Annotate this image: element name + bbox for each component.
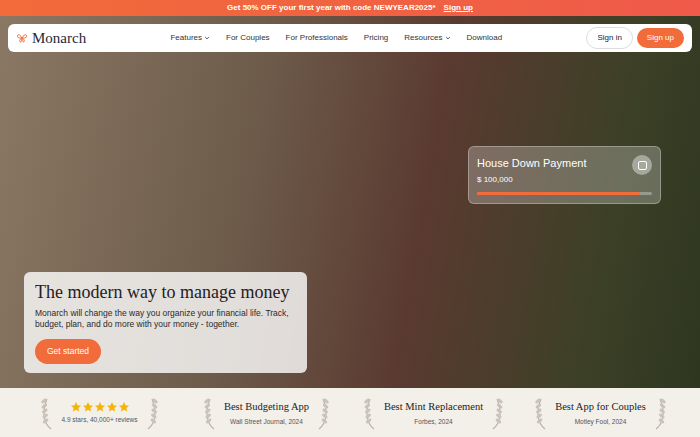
goal-title: House Down Payment: [477, 155, 586, 172]
nav-link[interactable]: Features: [170, 32, 210, 44]
sign-up-button[interactable]: Sign up: [637, 28, 684, 48]
hero-body: Monarch will change the way you organize…: [35, 308, 296, 331]
rating-stars: [70, 401, 130, 413]
nav-links: Features For Couples For Professionals Pric…: [86, 32, 586, 44]
award-caption: Forbes, 2024: [414, 417, 452, 427]
star-icon: [94, 401, 106, 413]
page: Get 50% OFF your first year with code NE…: [0, 0, 700, 437]
promo-bar: Get 50% OFF your first year with code NE…: [0, 0, 700, 16]
hero-title: The modern way to manage money: [35, 281, 296, 304]
butterfly-icon: [16, 32, 28, 44]
sign-in-button[interactable]: Sign in: [586, 27, 632, 49]
award-caption: Motley Fool, 2024: [575, 417, 627, 427]
laurel-icon: [315, 395, 331, 431]
hero-card: The modern way to manage money Monarch wi…: [24, 272, 307, 373]
award-title: Best Budgeting App: [224, 399, 309, 415]
chevron-down-icon: [204, 35, 210, 41]
award: Best App for Couples Motley Fool, 2024: [517, 395, 684, 431]
star-icon: [106, 401, 118, 413]
award: Best Mint Replacement Forbes, 2024: [350, 395, 517, 431]
laurel-icon: [489, 395, 505, 431]
award-title: Best Mint Replacement: [384, 399, 483, 415]
laurel-icon: [202, 395, 218, 431]
laurel-icon: [39, 395, 55, 431]
nav-link[interactable]: For Professionals: [286, 32, 348, 44]
star-icon: [82, 401, 94, 413]
laurel-icon: [533, 395, 549, 431]
get-started-button[interactable]: Get started: [35, 339, 101, 364]
nav-link[interactable]: For Couples: [226, 32, 270, 44]
logo[interactable]: Monarch: [16, 27, 86, 50]
nav-link[interactable]: Download: [467, 32, 503, 44]
laurel-icon: [144, 395, 160, 431]
goal-icon: [632, 155, 652, 175]
navbar: Monarch Features For Couples For Profession…: [8, 24, 692, 52]
laurel-icon: [652, 395, 668, 431]
laurel-icon: [362, 395, 378, 431]
chevron-down-icon: [445, 35, 451, 41]
star-icon: [70, 401, 82, 413]
star-icon: [118, 401, 130, 413]
award-caption: Wall Street Journal, 2024: [230, 417, 303, 427]
promo-text: Get 50% OFF your first year with code NE…: [227, 2, 436, 14]
nav-link[interactable]: Resources: [404, 32, 450, 44]
award-title: Best App for Couples: [555, 399, 646, 415]
goal-progress: [477, 192, 652, 195]
awards-strip: 4.9 stars, 40,000+ reviews Best Budgeting…: [0, 388, 700, 437]
nav-link[interactable]: Pricing: [364, 32, 388, 44]
hero: Monarch Features For Couples For Profession…: [0, 16, 700, 388]
goal-card: House Down Payment $ 100,000: [468, 146, 661, 204]
award: Best Budgeting App Wall Street Journal, 2…: [183, 395, 350, 431]
award: 4.9 stars, 40,000+ reviews: [16, 395, 183, 431]
goal-amount: $ 100,000: [477, 174, 586, 186]
promo-link[interactable]: Sign up: [444, 2, 473, 14]
award-caption: 4.9 stars, 40,000+ reviews: [61, 415, 137, 425]
